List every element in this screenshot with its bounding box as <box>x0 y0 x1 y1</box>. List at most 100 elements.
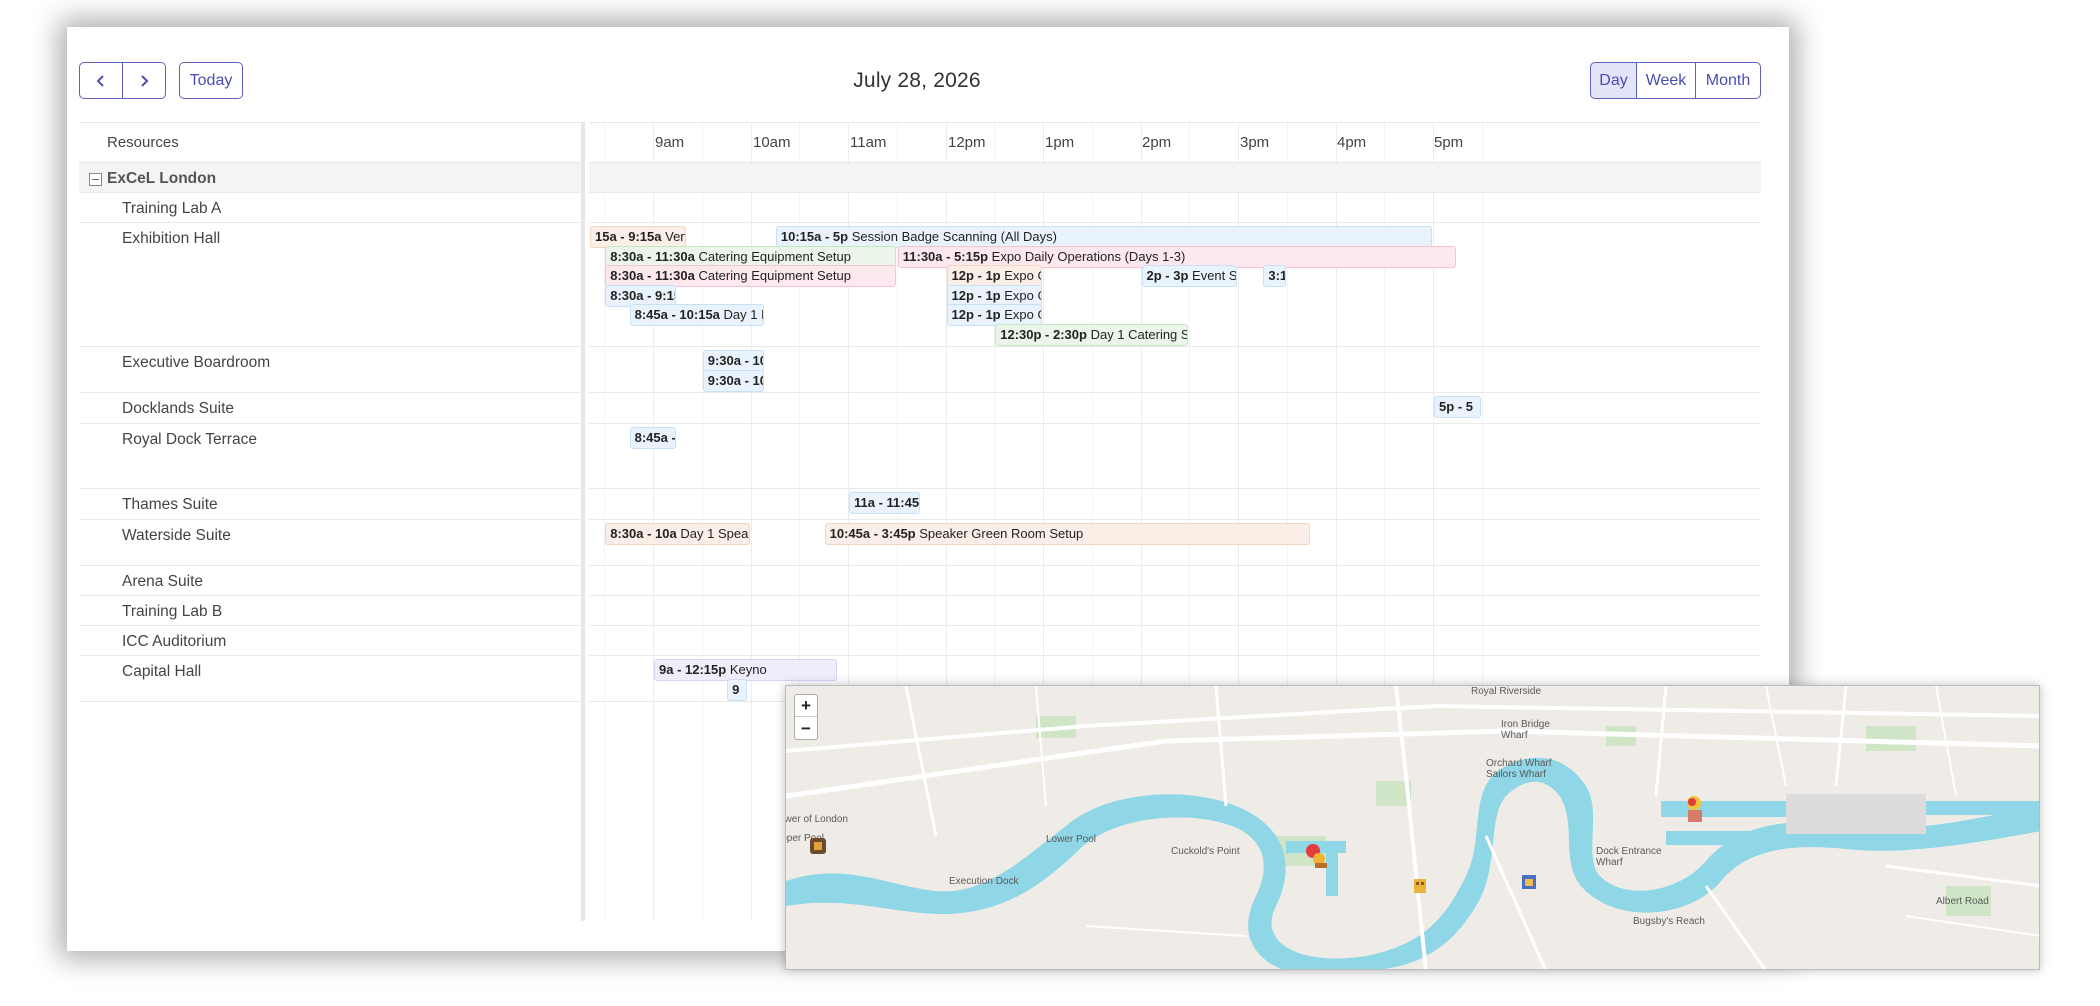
resource-timeline-row[interactable] <box>589 566 1761 596</box>
calendar-event[interactable]: 10:45a - 3:45p Speaker Green Room Setup <box>824 523 1311 545</box>
event-title: Expo Grand <box>1004 287 1041 303</box>
resource-row[interactable]: Training Lab A <box>79 193 581 223</box>
resource-timeline-row[interactable] <box>589 347 1761 393</box>
event-time: 12p - 1p <box>951 287 1001 303</box>
calendar-event[interactable]: 15a - 9:15a Venue <box>590 226 687 248</box>
calendar-event[interactable]: 9:30a - 10:15a S <box>702 350 765 372</box>
calendar-event[interactable]: 12p - 1p Expo Grand <box>946 265 1042 287</box>
group-name: ExCeL London <box>107 170 217 187</box>
calendar-event[interactable]: 9:30a - 10:15a S <box>702 369 765 392</box>
resource-row[interactable]: Training Lab B <box>79 596 581 626</box>
calendar-event[interactable]: 11a - 11:45a D <box>849 492 921 514</box>
event-time: 9:30a - 10:15a <box>707 372 763 388</box>
event-title: Expo Grand <box>1004 307 1041 322</box>
hour-label: 5pm <box>1434 134 1464 151</box>
view-week-button[interactable]: Week <box>1636 62 1696 99</box>
resource-timeline-row[interactable] <box>589 596 1761 626</box>
map-label: Royal Riverside <box>1471 686 1542 697</box>
calendar-event[interactable]: 8:45a - 9: I <box>629 427 677 449</box>
view-month-button[interactable]: Month <box>1695 62 1761 99</box>
event-title: Day 1 Catering Service <box>1090 326 1188 342</box>
resource-name: Waterside Suite <box>122 527 231 544</box>
resource-timeline-row[interactable] <box>589 626 1761 656</box>
event-title: Catering Equipment Setup <box>698 248 851 264</box>
calendar-event[interactable]: 10:15a - 5p Session Badge Scanning (All … <box>775 226 1432 248</box>
hour-label: 2pm <box>1142 134 1172 151</box>
collapse-icon[interactable] <box>89 173 102 186</box>
event-title: Session Badge Scanning (All Days) <box>851 229 1057 244</box>
calendar-event[interactable]: 5p - 5 <box>1434 396 1481 418</box>
hour-label: 3pm <box>1240 134 1270 151</box>
next-button[interactable] <box>122 62 166 99</box>
event-time: 9 <box>732 681 740 697</box>
calendar-event[interactable]: 9a - 12:15p Keyno <box>654 659 838 681</box>
resource-row[interactable]: Executive Boardroom <box>79 347 581 393</box>
resource-row[interactable]: ICC Auditorium <box>79 626 581 656</box>
event-title: Venue <box>665 229 685 244</box>
resource-row[interactable]: Thames Suite <box>79 489 581 520</box>
zoom-in-button[interactable]: + <box>795 695 817 717</box>
view-day-button[interactable]: Day <box>1590 62 1637 99</box>
resource-timeline-row[interactable] <box>589 393 1761 424</box>
event-title: Day 1 Registratic <box>723 307 764 322</box>
calendar-event[interactable]: 3:15p - 3: / <box>1263 265 1286 287</box>
resource-name: Training Lab A <box>122 200 222 217</box>
map-label: Dock Entrance Wharf <box>1596 846 1662 868</box>
event-time: 2p - 3p <box>1146 268 1189 283</box>
resource-column: Resources ExCeL London Training Lab A Exhi… <box>79 122 585 921</box>
hour-label: 1pm <box>1045 134 1075 151</box>
venue-marker-icon[interactable] <box>808 836 828 858</box>
venue-marker-icon[interactable] <box>1303 841 1331 871</box>
resource-name: Exhibition Hall <box>122 230 221 247</box>
calendar-event[interactable]: 12p - 1p Expo Grand <box>946 304 1042 326</box>
zoom-control: + − <box>794 694 818 740</box>
map-label: Cuckold's Point <box>1171 846 1240 857</box>
calendar-event[interactable]: 8:30a - 10a Day 1 Speaker Chec <box>605 523 750 545</box>
date-title: July 28, 2026 <box>853 69 981 92</box>
today-button[interactable]: Today <box>179 62 243 99</box>
resource-row[interactable]: Exhibition Hall <box>79 223 581 347</box>
resource-name: Capital Hall <box>122 663 202 680</box>
event-time: 12:30p - 2:30p <box>1000 326 1087 342</box>
event-time: 3:15p - 3: <box>1268 268 1284 283</box>
resource-row[interactable]: Arena Suite <box>79 566 581 596</box>
resource-name: Executive Boardroom <box>122 354 271 371</box>
venue-marker-icon[interactable] <box>1519 872 1539 894</box>
event-time: 9a - 12:15p <box>659 662 727 677</box>
event-time: 12p - 1p <box>951 268 1001 283</box>
venue-marker-icon[interactable] <box>1683 794 1707 826</box>
event-time: 8:30a - 11:30a <box>610 248 695 264</box>
venue-marker-icon[interactable] <box>1411 876 1431 898</box>
group-row[interactable]: ExCeL London <box>79 163 581 193</box>
resource-name: Training Lab B <box>122 603 223 620</box>
calendar-event[interactable]: 8:30a - 11:30a Catering Equipment Setup <box>605 265 896 287</box>
event-title: Event Securit <box>1192 268 1237 283</box>
calendar-event[interactable]: 9 <box>727 678 748 701</box>
event-title: Catering Equipment Setup <box>698 268 851 283</box>
hour-label: 4pm <box>1337 134 1367 151</box>
map-label: Iron Bridge Wharf <box>1501 719 1550 741</box>
calendar-event[interactable]: 2p - 3p Event Securit <box>1141 265 1237 287</box>
event-time: 10:15a - 5p <box>780 229 849 244</box>
map-label: Orchard Wharf Sailors Wharf <box>1486 758 1552 780</box>
event-time: 10:45a - 3:45p <box>829 526 916 541</box>
resource-timeline-row[interactable] <box>589 489 1761 520</box>
map-label: Execution Dock <box>949 876 1019 887</box>
resource-row[interactable]: Royal Dock Terrace <box>79 424 581 489</box>
zoom-out-button[interactable]: − <box>795 718 817 740</box>
group-timeline-row <box>589 163 1761 193</box>
resource-timeline-row[interactable] <box>589 424 1761 489</box>
resource-row[interactable]: Waterside Suite <box>79 520 581 566</box>
event-time: 11a - 11:45a <box>854 495 921 510</box>
prev-button[interactable] <box>79 62 123 99</box>
calendar-event[interactable]: 12:30p - 2:30p Day 1 Catering Service <box>995 323 1189 346</box>
resource-row[interactable]: Capital Hall <box>79 656 581 702</box>
event-title: Expo Daily Operations (Days 1-3) <box>991 248 1186 264</box>
event-time: 8:30a - 11:30a <box>610 268 695 283</box>
resource-row[interactable]: Docklands Suite <box>79 393 581 424</box>
resource-name: Thames Suite <box>122 496 218 513</box>
calendar-event[interactable]: 8:45a - 10:15a Day 1 Registratic <box>629 304 765 326</box>
resource-timeline-row[interactable] <box>589 193 1761 223</box>
venue-map[interactable]: + − Royal Riverside Iron Bridge Wharf Or… <box>785 685 2040 970</box>
event-time: 15a - 9:15a <box>595 229 662 244</box>
